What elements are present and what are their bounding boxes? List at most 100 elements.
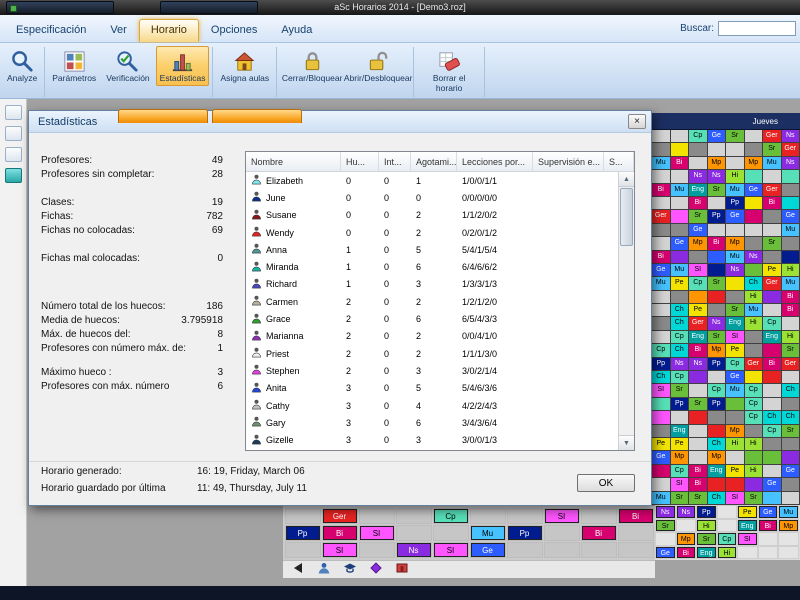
timetable-cell[interactable]: Bi	[707, 237, 726, 251]
timetable-cell[interactable]	[744, 237, 763, 251]
lesson-card[interactable]: Pp	[507, 525, 542, 540]
column-header-agotami[interactable]: Agotami...	[411, 152, 457, 171]
timetable-cell[interactable]: Pp	[670, 397, 689, 412]
timetable-cell[interactable]	[781, 397, 800, 412]
class-filter-button[interactable]	[341, 563, 359, 577]
timetable-cell[interactable]	[652, 330, 671, 345]
ribbon-button-asigna-aulas[interactable]: Asigna aulas	[216, 46, 273, 86]
timetable-cell[interactable]	[763, 170, 782, 184]
timetable-cell[interactable]: Mp	[744, 156, 763, 171]
menu-tab-opciones[interactable]: Opciones	[199, 19, 269, 42]
column-header-int[interactable]: Int...	[379, 152, 411, 171]
timetable-cell[interactable]	[652, 464, 671, 479]
timetable-cell[interactable]: Mu	[726, 384, 745, 398]
lesson-card[interactable]: Sr	[697, 533, 716, 545]
timetable-cell[interactable]: Cp	[744, 384, 763, 398]
lesson-card[interactable]: Mu	[779, 506, 798, 518]
timetable-cell[interactable]: Mp	[670, 451, 689, 465]
lesson-card[interactable]: Mp	[676, 533, 695, 545]
timetable-cell[interactable]	[726, 277, 745, 291]
timetable-cell[interactable]: Ch	[744, 277, 763, 291]
lesson-card[interactable]: Ge	[656, 546, 675, 558]
timetable-cell[interactable]	[744, 424, 763, 438]
timetable-cell[interactable]	[670, 290, 689, 305]
timetable-cell[interactable]: Ge	[744, 183, 763, 197]
lesson-card[interactable]: Ger	[322, 508, 357, 523]
timetable-cell[interactable]	[781, 183, 800, 197]
timetable-cell[interactable]	[707, 196, 726, 211]
teacher-filter-button[interactable]	[315, 562, 333, 577]
timetable-cell[interactable]: Ge	[726, 371, 745, 385]
timetable-cell[interactable]: Mu	[652, 491, 671, 505]
timetable-cell[interactable]: Sr	[763, 143, 782, 157]
timetable-cell[interactable]	[726, 143, 745, 157]
timetable-cell[interactable]	[652, 290, 671, 305]
timetable-cell[interactable]	[781, 317, 800, 331]
timetable-cell[interactable]	[744, 210, 763, 224]
timetable-cell[interactable]: Hi	[744, 437, 763, 452]
timetable-cell[interactable]: Ch	[670, 317, 689, 331]
view-tab-2[interactable]	[212, 109, 302, 123]
timetable-cell[interactable]: Sr	[781, 344, 800, 358]
column-header-nombre[interactable]: Nombre	[246, 152, 341, 171]
timetable-cell[interactable]	[652, 223, 671, 238]
timetable-cell[interactable]: Mu	[744, 304, 763, 318]
timetable-cell[interactable]: Bi	[689, 478, 708, 492]
timetable-cell[interactable]	[744, 330, 763, 345]
lesson-card[interactable]: Bi	[322, 525, 357, 540]
timetable-cell[interactable]	[781, 250, 800, 264]
timetable-cell[interactable]	[689, 437, 708, 452]
lesson-card[interactable]: Mu	[470, 525, 505, 540]
collapse-arrow-button[interactable]	[289, 562, 307, 577]
timetable-cell[interactable]: Cp	[726, 357, 745, 372]
timetable-cell[interactable]	[763, 290, 782, 305]
view-tab-1[interactable]	[118, 109, 208, 123]
timetable-cell[interactable]: Sr	[763, 237, 782, 251]
timetable-cell[interactable]: Sr	[689, 397, 708, 412]
timetable-cell[interactable]	[670, 250, 689, 264]
timetable-cell[interactable]	[670, 223, 689, 238]
timetable-cell[interactable]: Mu	[652, 277, 671, 291]
timetable-cell[interactable]: Sr	[707, 183, 726, 197]
timetable-cell[interactable]: Cp	[652, 344, 671, 358]
timetable-cell[interactable]: Hi	[726, 170, 745, 184]
timetable-cell[interactable]	[781, 196, 800, 211]
timetable-cell[interactable]: Ch	[781, 411, 800, 425]
timetable-cell[interactable]	[763, 464, 782, 479]
timetable-cell[interactable]	[707, 143, 726, 157]
scroll-up-icon[interactable]: ▲	[619, 172, 634, 187]
lesson-card[interactable]: Hi	[717, 546, 736, 558]
timetable-cell[interactable]	[689, 250, 708, 264]
room-filter-button[interactable]	[393, 563, 411, 577]
timetable-cell[interactable]: Bi	[781, 304, 800, 318]
timetable-cell[interactable]	[763, 223, 782, 238]
timetable-cell[interactable]: Ge	[652, 263, 671, 278]
timetable-cell[interactable]: Cp	[689, 277, 708, 291]
timetable-cell[interactable]: Sr	[689, 491, 708, 505]
table-row-marianna[interactable]: Marianna 2 0 2 0/0/4/1/0	[246, 328, 618, 345]
column-header-supervision-e[interactable]: Supervisión e...	[533, 152, 604, 171]
lesson-card[interactable]: Pp	[697, 506, 716, 518]
timetable-cell[interactable]	[652, 397, 671, 412]
timetable-cell[interactable]	[707, 424, 726, 438]
scroll-thumb[interactable]	[620, 188, 633, 246]
table-row-wendy[interactable]: Wendy 0 0 2 0/2/0/1/2	[246, 224, 618, 241]
timetable-cell[interactable]	[652, 478, 671, 492]
timetable-cell[interactable]	[744, 371, 763, 385]
timetable-cell[interactable]: Hi	[781, 330, 800, 345]
timetable-cell[interactable]	[781, 170, 800, 184]
column-header-lecciones-por[interactable]: Lecciones por...	[457, 152, 533, 171]
timetable-cell[interactable]	[781, 491, 800, 505]
timetable-cell[interactable]	[744, 130, 763, 144]
table-row-anna[interactable]: Anna 1 0 5 5/4/1/5/4	[246, 241, 618, 258]
timetable-cell[interactable]: Pp	[707, 357, 726, 372]
timetable-cell[interactable]: Mu	[652, 156, 671, 171]
timetable-cell[interactable]: Cp	[670, 330, 689, 345]
timetable-cell[interactable]: Bi	[689, 344, 708, 358]
timetable-cell[interactable]: Ch	[781, 384, 800, 398]
timetable-cell[interactable]	[707, 223, 726, 238]
timetable-cell[interactable]: Mp	[726, 237, 745, 251]
lesson-card[interactable]: Bi	[581, 525, 616, 540]
timetable-cell[interactable]: Bi	[689, 464, 708, 479]
timetable-cell[interactable]: Bi	[763, 357, 782, 372]
